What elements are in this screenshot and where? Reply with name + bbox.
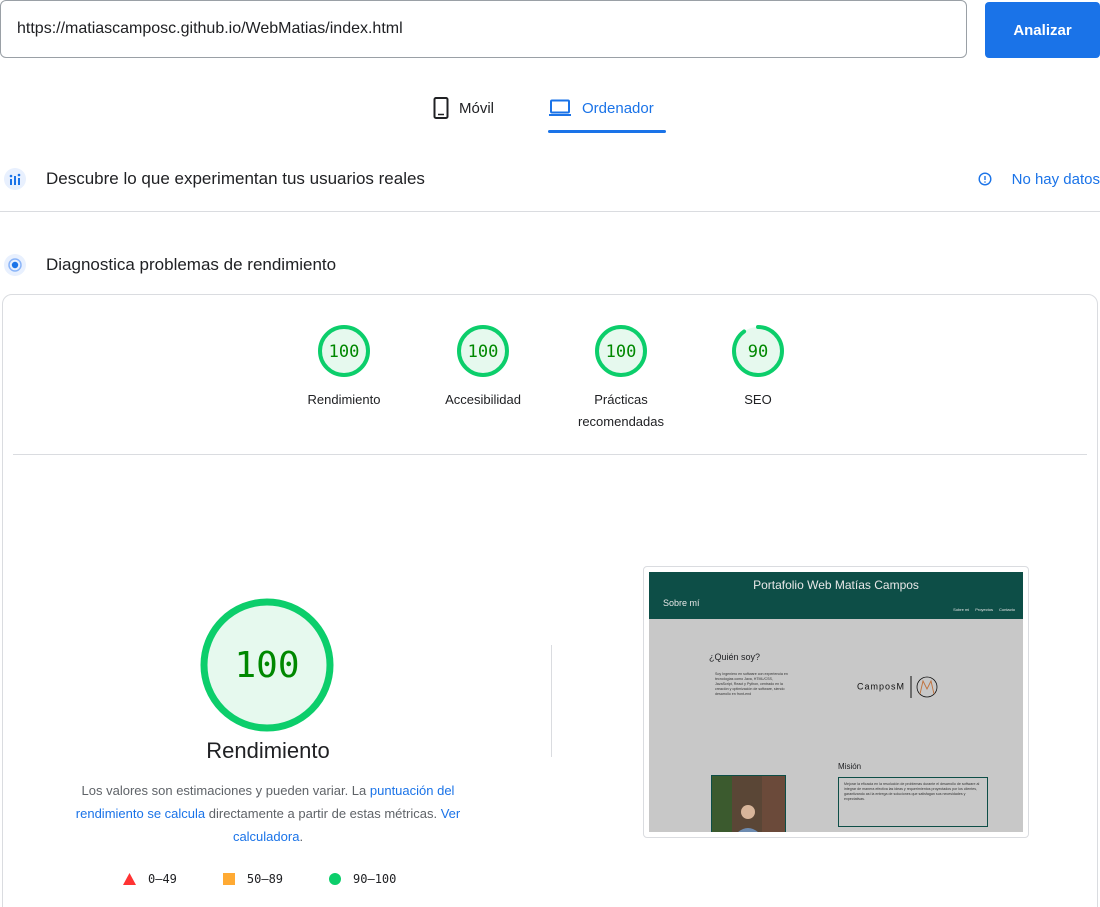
preview-title: Portafolio Web Matías Campos xyxy=(753,578,919,592)
gauge-score: 100 xyxy=(606,342,637,362)
preview-about: Sobre mí xyxy=(663,598,700,608)
preview-logo: CamposM xyxy=(857,676,939,698)
gauge-score: 100 xyxy=(329,342,360,362)
preview-nav-item: Proyectos xyxy=(975,607,993,612)
logo-mark-icon xyxy=(910,676,937,698)
laptop-icon xyxy=(548,99,572,117)
gauge-accessibility[interactable]: 100 Accesibilidad xyxy=(413,323,553,411)
preview-mission-heading: Misión xyxy=(838,762,862,771)
phone-icon xyxy=(433,97,449,119)
diagnostics-section-header: Diagnostica problemas de rendimiento xyxy=(0,248,1100,282)
vertical-divider xyxy=(551,645,552,757)
crux-section-header[interactable]: Descubre lo que experimentan tus usuario… xyxy=(0,162,1100,196)
gauge-score: 90 xyxy=(748,342,768,362)
desc-text: . xyxy=(299,829,304,844)
report-card: 100 Rendimiento 100 Accesibilidad 100 Pr… xyxy=(2,294,1098,907)
desc-text: directamente a partir de estas métricas. xyxy=(205,806,441,821)
gauge-ring: 100 xyxy=(318,325,370,377)
preview-header: Portafolio Web Matías Campos Sobre mí So… xyxy=(649,572,1023,619)
gauge-performance[interactable]: 100 Rendimiento xyxy=(274,323,414,411)
circle-icon xyxy=(329,873,342,885)
url-input[interactable] xyxy=(0,0,967,58)
tab-desktop[interactable]: Ordenador xyxy=(548,84,654,132)
diagnostics-title: Diagnostica problemas de rendimiento xyxy=(46,255,337,274)
page-screenshot-preview[interactable]: Portafolio Web Matías Campos Sobre mí So… xyxy=(643,566,1029,838)
tab-desktop-label: Ordenador xyxy=(582,99,654,117)
card-divider xyxy=(13,454,1087,455)
gauge-label: Rendimiento xyxy=(307,392,381,407)
no-data-label: No hay datos xyxy=(1011,170,1100,188)
triangle-icon xyxy=(123,873,136,885)
crux-title: Descubre lo que experimentan tus usuario… xyxy=(46,169,425,188)
legend-range: 50–89 xyxy=(246,872,284,886)
preview-logo-text: CamposM xyxy=(857,681,906,692)
preview-nav: Sobre mi Proyectos Contacto xyxy=(947,607,1015,612)
square-icon xyxy=(222,873,235,885)
legend-pass: 90–100 xyxy=(329,872,396,886)
legend-range: 0–49 xyxy=(148,872,177,886)
analyze-button[interactable]: Analizar xyxy=(985,2,1100,58)
preview-mission-text: Mejorar la eficacia en la resolución de … xyxy=(838,777,988,827)
person-photo-icon xyxy=(712,776,785,832)
preview-nav-item: Contacto xyxy=(998,607,1015,612)
tab-mobile-label: Móvil xyxy=(459,99,495,117)
no-data-status[interactable]: No hay datos xyxy=(978,171,1100,188)
preview-photo xyxy=(711,775,786,832)
gauge-ring: 100 xyxy=(595,325,647,377)
gauge-label: SEO xyxy=(744,392,772,407)
gauge-score: 100 xyxy=(468,342,499,362)
desc-text: Los valores son estimaciones y pueden va… xyxy=(81,783,370,798)
performance-score: 100 xyxy=(234,645,299,686)
performance-title: Rendimiento xyxy=(206,738,330,763)
performance-description: Los valores son estimaciones y pueden va… xyxy=(58,779,478,848)
active-tab-indicator xyxy=(548,130,666,133)
users-chart-icon xyxy=(4,168,26,190)
legend-range: 90–100 xyxy=(353,872,397,886)
legend-average: 50–89 xyxy=(222,872,284,886)
gauge-label: Accesibilidad xyxy=(445,392,521,407)
info-icon xyxy=(978,172,992,186)
legend-fail: 0–49 xyxy=(123,872,177,886)
gauge-seo[interactable]: 90 SEO xyxy=(688,323,828,411)
device-tabs: Móvil Ordenador xyxy=(0,84,1100,136)
section-divider xyxy=(0,211,1100,212)
gauge-ring: 90 xyxy=(732,325,784,377)
preview-content: Portafolio Web Matías Campos Sobre mí So… xyxy=(649,572,1023,832)
gauge-ring: 100 xyxy=(457,325,509,377)
preview-who-text: Soy Ingeniero en software con experienci… xyxy=(715,672,788,696)
performance-gauge: 100 xyxy=(200,598,334,732)
gauge-best-practices[interactable]: 100 Prácticas recomendadas xyxy=(551,323,691,433)
tab-mobile[interactable]: Móvil xyxy=(433,84,494,132)
lighthouse-icon xyxy=(4,254,26,276)
preview-nav-item: Sobre mi xyxy=(953,607,970,612)
score-legend: 0–49 50–89 90–100 xyxy=(123,872,442,886)
preview-who-heading: ¿Quién soy? xyxy=(709,652,761,662)
gauge-label: Prácticas recomendadas xyxy=(578,392,664,429)
